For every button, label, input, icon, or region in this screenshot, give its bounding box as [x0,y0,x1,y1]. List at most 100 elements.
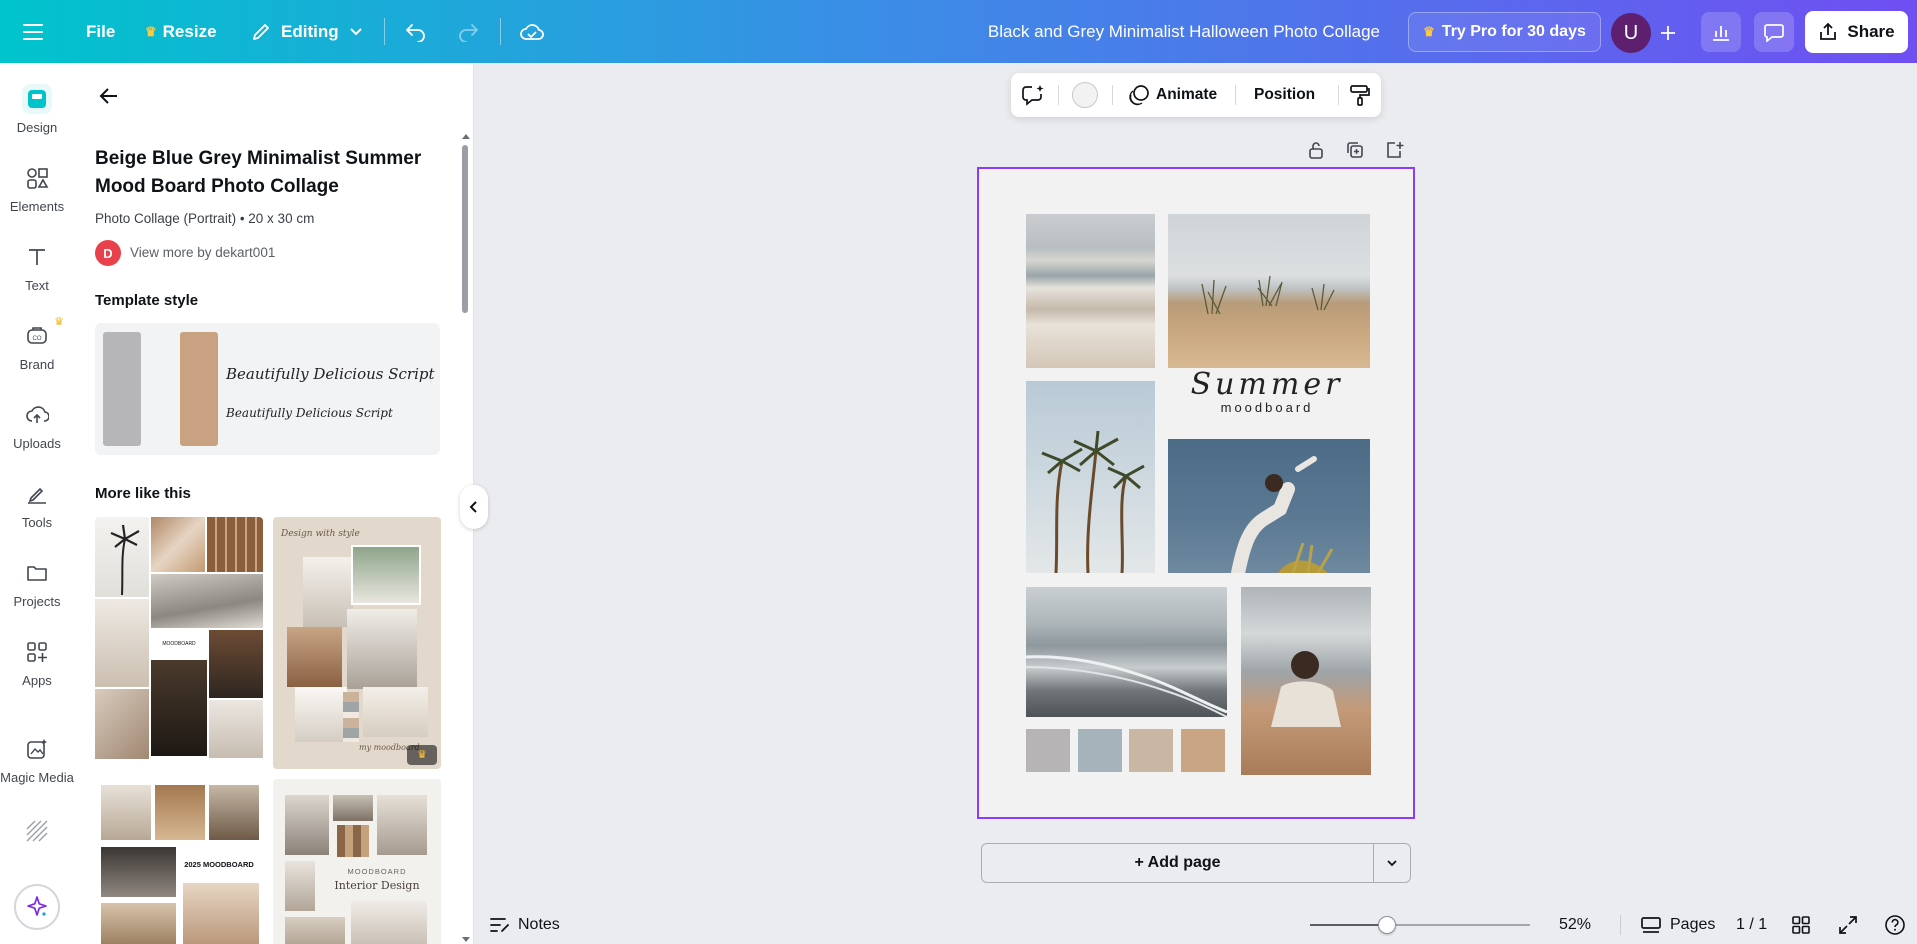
thumb-photo [151,660,207,756]
summer-script-text: Summer [1190,367,1344,402]
thumb-photo [95,599,149,687]
add-page-dropdown[interactable] [1374,843,1411,883]
file-menu[interactable]: File [86,0,115,63]
lock-page-button[interactable] [1304,138,1328,162]
rail-tools[interactable]: Tools [0,479,74,549]
thumb-photo [363,687,428,737]
rail-text[interactable]: Text [0,242,74,312]
thumb-photo [209,785,259,840]
photo-dune-grass[interactable] [1168,214,1370,368]
duplicate-icon [1347,142,1363,158]
template-thumbnail[interactable]: 2025 MOODBOARD [95,779,263,944]
panel-scroll-up[interactable] [460,128,472,139]
style-color-swatch [180,332,218,446]
left-nav-rail: Design Elements Text CO ♛ Brand Uploads … [0,63,74,944]
template-thumbnail[interactable]: Design with style my moodboard ♛ [273,517,441,769]
photo-person-sky[interactable] [1168,439,1370,573]
redo-button[interactable] [456,0,480,63]
style-font-sample: Beautifully Delicious Script [226,365,435,383]
brand-icon: CO ♛ [22,316,64,351]
zoom-slider-fill [1310,924,1387,926]
template-thumbnail[interactable]: MOODBOARD [95,517,263,769]
panel-scrollbar-thumb[interactable] [462,145,468,313]
collapse-panel-button[interactable] [460,485,488,529]
design-icon [22,84,52,114]
user-avatar[interactable]: U [1611,13,1651,53]
back-button[interactable] [94,81,124,111]
undo-button[interactable] [404,0,428,63]
animate-button[interactable]: Animate [1128,73,1217,117]
pages-button[interactable]: Pages [1640,905,1715,944]
notes-button[interactable]: Notes [490,905,560,944]
photo-wave-beach[interactable] [1026,587,1227,717]
zoom-level[interactable]: 52% [1559,905,1591,944]
ai-edit-button[interactable] [1021,73,1045,117]
thumb-photo [151,574,263,628]
thumb-photo [285,861,315,911]
color-swatch-grey[interactable] [1026,729,1070,772]
rail-uploads[interactable]: Uploads [0,400,74,470]
copy-style-button[interactable] [1348,73,1372,117]
thumb-photo [285,917,345,944]
fullscreen-button[interactable] [1838,905,1858,944]
design-page[interactable]: Summer moodboard [977,167,1415,819]
zoom-slider-handle[interactable] [1378,916,1396,934]
photo-person-portrait[interactable] [1241,587,1371,775]
duplicate-page-button[interactable] [1343,138,1367,162]
color-swatch-blue[interactable] [1078,729,1122,772]
background-color-button[interactable] [1072,73,1098,117]
template-style-card[interactable]: Beautifully Delicious Script Beautifully… [95,323,440,455]
photo-palm-trees[interactable] [1026,381,1155,573]
thumb-caption: MOODBOARD [151,630,207,658]
template-thumbnail[interactable]: MOODBOARD Interior Design [273,779,441,944]
style-font-sample-small: Beautifully Delicious Script [226,406,393,420]
author-avatar[interactable]: D [95,240,121,266]
summer-heading[interactable]: Summer moodboard [1167,367,1367,415]
rail-brand-label: Brand [19,357,55,372]
cloud-save-status[interactable] [519,0,545,63]
rail-apps[interactable]: Apps [0,637,74,707]
folder-icon [22,558,52,588]
resize-button[interactable]: ♛ Resize [145,0,217,63]
cloud-sync-icon [520,23,544,40]
editing-mode-dropdown[interactable]: Editing [250,0,363,63]
rail-design[interactable]: Design [0,84,74,154]
panel-scroll-down[interactable] [460,932,472,942]
rail-tools-label: Tools [21,515,53,530]
main-menu-button[interactable] [22,0,44,63]
rail-magic-media[interactable]: Magic Media [0,734,74,804]
try-pro-button[interactable]: ♛ Try Pro for 30 days [1408,12,1601,52]
position-button[interactable]: Position [1254,73,1315,117]
animate-label: Animate [1156,86,1218,103]
document-title[interactable]: Black and Grey Minimalist Halloween Phot… [960,0,1380,63]
help-button[interactable] [1884,905,1906,944]
rail-brand[interactable]: CO ♛ Brand [0,316,74,391]
comments-button[interactable] [1754,12,1794,52]
rail-magic-media-label: Magic Media [0,770,74,785]
share-button[interactable]: Share [1805,11,1908,53]
insights-button[interactable] [1701,12,1741,52]
template-title: Beige Blue Grey Minimalist Summer Mood B… [95,148,422,197]
grid-view-button[interactable] [1791,905,1811,944]
upload-icon [22,400,52,430]
invite-button[interactable] [1651,13,1685,53]
rail-text-label: Text [25,278,49,293]
chevron-down-icon [1387,860,1397,867]
rail-projects[interactable]: Projects [0,558,74,628]
add-page-icon-button[interactable] [1382,138,1406,162]
thumb-photo [347,609,417,689]
triangle-up-icon [462,134,470,139]
add-page-button[interactable]: + Add page [981,843,1374,883]
photo-shore[interactable] [1026,214,1155,368]
author-link[interactable]: View more by dekart001 [130,245,275,260]
magic-assistant-button[interactable] [14,884,60,930]
animate-icon [1129,85,1149,106]
zoom-slider[interactable] [1310,916,1530,934]
color-swatch-beige[interactable] [1129,729,1173,772]
rail-elements[interactable]: Elements [0,163,74,233]
template-meta: Photo Collage (Portrait) • 20 x 30 cm [95,211,315,226]
thumb-photo [351,901,427,944]
toolbar-divider [1338,85,1339,105]
background-pattern-icon[interactable] [25,819,49,848]
color-swatch-tan[interactable] [1181,729,1225,772]
